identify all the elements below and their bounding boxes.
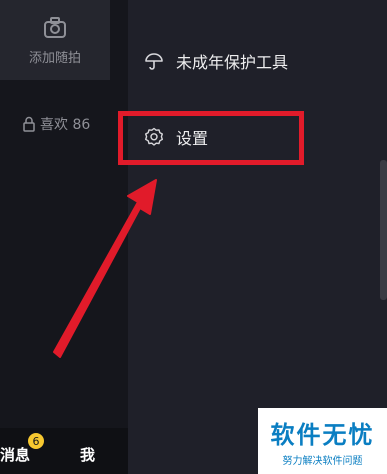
- add-moment-label: 添加随拍: [28, 50, 81, 66]
- tab-messages[interactable]: 消息: [0, 444, 30, 465]
- add-moment-button[interactable]: 添加随拍: [0, 0, 110, 80]
- tab-me[interactable]: 我: [80, 444, 95, 465]
- bottom-tab-bar: 消息 6 我: [0, 428, 128, 474]
- likes-label: 喜欢 86: [40, 117, 91, 133]
- watermark-title: 软件无忧: [270, 421, 375, 449]
- menu-item-youth-protection[interactable]: 未成年保护工具: [144, 46, 288, 76]
- profile-background-pane: 添加随拍 喜欢 86 消息 6 我: [0, 0, 128, 474]
- watermark-subtitle: 努力解决软件问题: [282, 456, 363, 467]
- settings-highlight-box: [118, 111, 304, 165]
- messages-badge: 6: [28, 433, 44, 449]
- scrollbar[interactable]: [380, 160, 387, 300]
- watermark-logo: 软件无忧 努力解决软件问题: [258, 408, 387, 474]
- likes-tab[interactable]: 喜欢 86: [22, 114, 90, 134]
- camera-icon: [44, 16, 66, 38]
- umbrella-icon: [145, 53, 163, 70]
- menu-item-label: 未成年保护工具: [176, 53, 289, 72]
- side-drawer-menu: 未成年保护工具 设置: [128, 0, 387, 474]
- lock-icon: [23, 116, 35, 132]
